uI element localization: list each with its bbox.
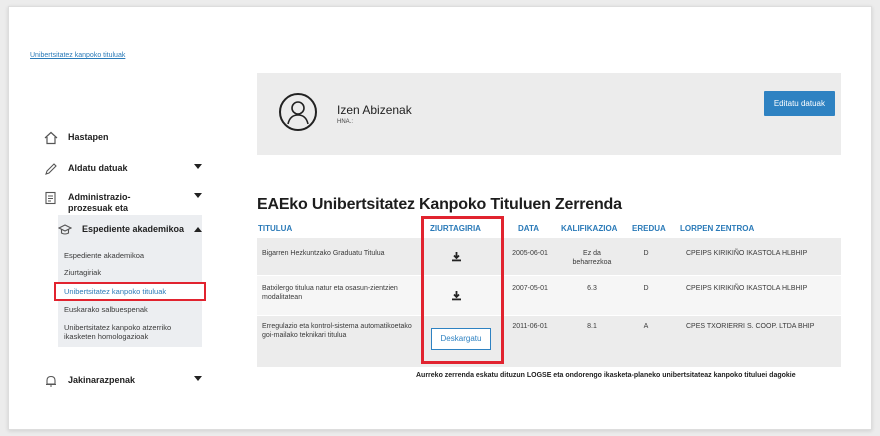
- column-header-titulua: TITULUA: [258, 224, 293, 233]
- edit-data-button[interactable]: Editatu datuak: [763, 91, 835, 116]
- cell-eredua: D: [643, 250, 649, 257]
- breadcrumb[interactable]: Unibertsitatez kanpoko tituluak: [30, 52, 125, 59]
- cell-kalifikazioa: 6.3: [587, 285, 597, 292]
- user-avatar-icon: [279, 93, 317, 131]
- cell-kalifikazioa: 8.1: [587, 323, 597, 330]
- cell-data: 2011-06-01: [512, 323, 548, 330]
- cell-zentroa: CPEIPS KIRIKIÑO IKASTOLA HLBHIP: [686, 285, 808, 292]
- cell-zentroa: CPEIPS KIRIKIÑO IKASTOLA HLBHIP: [686, 250, 808, 257]
- pencil-icon: [44, 162, 58, 176]
- highlight-box: [421, 216, 504, 364]
- cell-eredua: A: [643, 323, 649, 330]
- column-header-data: DATA: [518, 224, 540, 233]
- profile-card: Izen Abizenak HNA.: Editatu datuak: [257, 73, 841, 155]
- cell-data: 2005-06-01: [512, 250, 548, 257]
- bell-icon: [44, 374, 58, 388]
- cell-eredua: D: [643, 285, 649, 292]
- submenu-item[interactable]: Espediente akademikoa: [58, 245, 202, 264]
- sidebar-item-aldatu-datuak[interactable]: Aldatu datuak: [44, 162, 202, 176]
- cell-kalifikazioa: Ez da beharrezkoa: [572, 250, 612, 267]
- cell-zentroa: CPES TXORIERRI S. COOP. LTDA BHIP: [686, 323, 815, 330]
- submenu-item[interactable]: Euskarako salbuespenak: [58, 301, 202, 318]
- chevron-down-icon: [194, 193, 202, 198]
- profile-hna: HNA.:: [337, 119, 354, 125]
- document-icon: [44, 191, 58, 205]
- sidebar-item-label: Jakinarazpenak: [68, 375, 136, 385]
- profile-name: Izen Abizenak: [337, 103, 412, 117]
- chevron-down-icon: [194, 164, 202, 169]
- sidebar-item-label: Espediente akademikoa: [82, 224, 185, 234]
- column-header-kalifikazioa: KALIFIKAZIOA: [561, 224, 618, 233]
- table-footnote: Aurreko zerrenda eskatu dituzun LOGSE et…: [416, 372, 796, 379]
- chevron-up-icon: [194, 227, 202, 232]
- cell-titulua: Erregulazio eta kontrol-sistema automati…: [262, 323, 412, 340]
- sidebar-item-hastapen[interactable]: Hastapen: [44, 131, 109, 145]
- graduation-cap-icon: [57, 223, 73, 237]
- sidebar-item-jakinarazpenak[interactable]: Jakinarazpenak: [44, 374, 202, 388]
- cell-titulua: Bigarren Hezkuntzako Graduatu Titulua: [262, 250, 385, 257]
- sidebar-submenu: Espediente akademikoa Ziurtagiriak Unibe…: [54, 245, 206, 348]
- submenu-item[interactable]: Ziurtagiriak: [58, 264, 202, 281]
- column-header-eredua: EREDUA: [632, 224, 666, 233]
- chevron-down-icon: [194, 376, 202, 381]
- submenu-item[interactable]: Unibertsitatez kanpoko atzerriko ikasket…: [58, 319, 202, 348]
- sidebar-item-label: Aldatu datuak: [68, 163, 128, 173]
- cell-data: 2007-05-01: [512, 285, 548, 292]
- column-header-lorpen-zentroa: LORPEN ZENTROA: [680, 224, 755, 233]
- home-icon: [44, 131, 58, 145]
- cell-titulua: Batxilergo titulua natur eta osasun-zien…: [262, 285, 398, 302]
- page-title: EAEko Unibertsitatez Kanpoko Tituluen Ze…: [257, 196, 622, 213]
- submenu-item-active[interactable]: Unibertsitatez kanpoko tituluak: [54, 281, 206, 302]
- sidebar-item-label: Hastapen: [68, 132, 109, 142]
- sidebar-item-espediente[interactable]: Espediente akademikoa: [57, 215, 202, 245]
